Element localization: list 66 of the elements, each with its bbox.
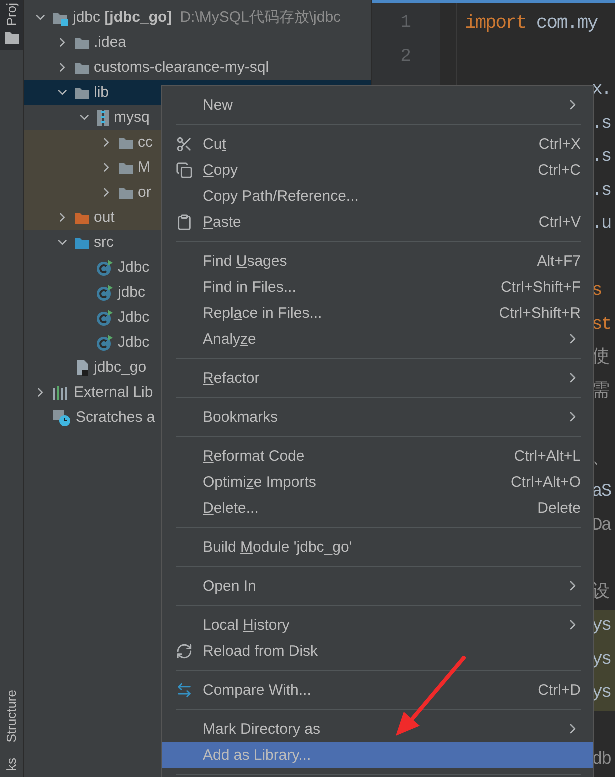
tree-item-label: customs-clearance-my-sql <box>94 59 270 76</box>
menu-item-label: Copy Path/Reference... <box>203 188 360 204</box>
shortcut-text: Ctrl+D <box>538 682 581 698</box>
code-text: ys <box>592 616 611 636</box>
tree-item-label: Jdbc <box>118 259 150 276</box>
code-text: 、 <box>592 448 609 468</box>
menu-item-label: Paste <box>203 214 242 230</box>
menu-item-label: Bookmarks <box>203 408 280 426</box>
code-text: 使 <box>592 348 609 368</box>
menu-item-label: Refactor <box>203 370 261 386</box>
code-text: s <box>592 281 602 301</box>
menu-item-label: Copy <box>203 162 240 178</box>
code-text: x. <box>592 80 611 100</box>
menu-item-label: Compare With... <box>203 682 312 698</box>
menu-item-label: Mark Directory as <box>203 720 322 738</box>
tree-item-label: out <box>94 209 115 226</box>
shortcut-text: Ctrl+Shift+F <box>500 278 581 296</box>
menu-item-label: Find in Files... <box>203 278 298 296</box>
shortcut-text: Ctrl+X <box>538 136 581 152</box>
menu-item-label: Reload from Disk <box>203 642 320 660</box>
shortcut-text: Ctrl+C <box>538 162 581 178</box>
tree-item-label: jdbc_go <box>94 359 147 376</box>
shortcut-text: Alt+F7 <box>537 252 581 270</box>
menu-item-label: Replace in Files... <box>203 304 324 322</box>
shortcut-text: Ctrl+Shift+R <box>499 304 581 322</box>
menu-item-label: Analyze <box>203 330 258 348</box>
code-text: .u <box>592 214 611 234</box>
code-text: ys <box>592 650 611 670</box>
tree-item-label: Jdbc <box>118 334 150 351</box>
tree-item-label: or <box>138 184 152 201</box>
code-text: .s <box>592 114 611 134</box>
menu-item-label: New <box>203 96 234 114</box>
shortcut-text: Ctrl+Alt+L <box>514 448 581 464</box>
menu-item-label: Add as Library... <box>203 746 312 764</box>
menu-item-label: Reformat Code <box>203 448 306 464</box>
code-text: db <box>592 750 611 770</box>
tree-item-label: .idea <box>94 34 127 51</box>
shortcut-text: Delete <box>538 500 581 516</box>
code-text: st <box>592 314 611 334</box>
code-text: 设 <box>592 582 609 602</box>
tree-item-label: src <box>94 234 114 251</box>
menu-item-label: Open In <box>203 578 258 594</box>
project-path: D:\MySQL代码存放\jdbc <box>180 8 342 27</box>
code-text: .s <box>592 147 611 167</box>
tree-item-label: Jdbc <box>118 309 150 326</box>
tree-item-label: External Lib <box>74 384 154 401</box>
code-text: 需 <box>592 382 609 402</box>
tree-item-label: lib <box>94 84 110 101</box>
code-text: .s <box>592 180 611 200</box>
menu-item-label: Delete... <box>203 500 260 516</box>
code-text: import com.my <box>465 12 598 34</box>
menu-item-label: Local History <box>203 616 291 634</box>
tree-item-label: cc <box>138 134 153 151</box>
menu-item-label: Optimize Imports <box>203 474 318 490</box>
menu-item-label: Build Module 'jdbc_go' <box>203 538 354 556</box>
tree-item-label: M <box>138 159 150 176</box>
tree-item-label: jdbc [jdbc_go] <box>73 9 172 26</box>
menu-item-label: Find Usages <box>203 252 288 270</box>
shortcut-text: Ctrl+V <box>538 214 581 230</box>
shortcut-text: Ctrl+Alt+O <box>510 474 581 490</box>
tree-item-label: mysq <box>114 109 150 126</box>
tree-item-label: jdbc <box>118 284 146 301</box>
menu-item-label: Cut <box>203 136 228 152</box>
tree-item-label: Scratches a <box>76 409 156 426</box>
code-text: aS <box>592 482 611 502</box>
code-text: ys <box>592 683 611 703</box>
